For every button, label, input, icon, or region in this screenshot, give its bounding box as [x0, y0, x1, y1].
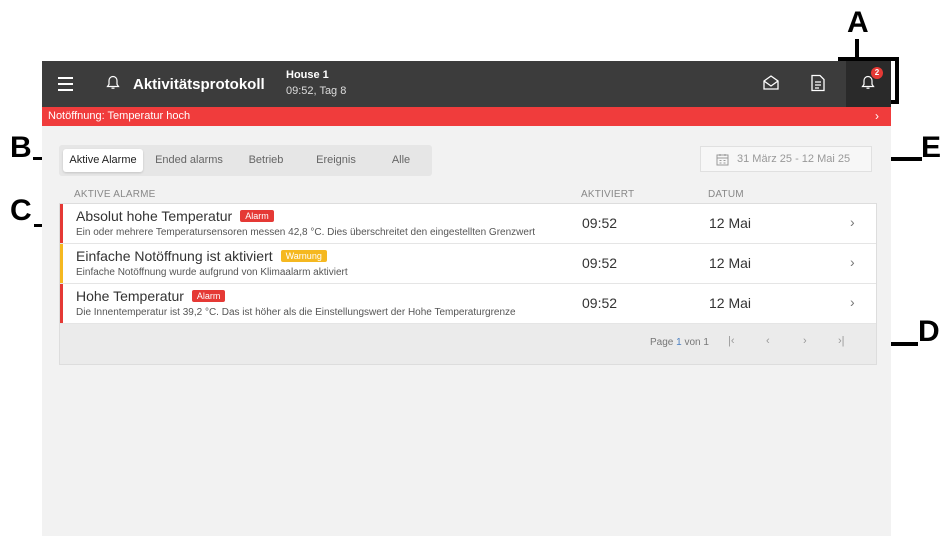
- severity-indicator: [60, 284, 63, 323]
- alarm-row-absolut-hohe-temperatur[interactable]: Absolut hohe Temperatur Alarm Ein oder me…: [60, 204, 876, 244]
- tab-aktive-alarme[interactable]: Aktive Alarme: [63, 149, 143, 172]
- tab-betrieb[interactable]: Betrieb: [235, 149, 297, 172]
- page-title: Aktivitätsprotokoll: [133, 76, 265, 93]
- severity-indicator: [60, 244, 63, 283]
- alarm-row-einfache-notoeffnung[interactable]: Einfache Notöffnung ist aktiviert Warnung…: [60, 244, 876, 284]
- tab-ereignis[interactable]: Ereignis: [301, 149, 371, 172]
- app-window: Aktivitätsprotokoll House 1 09:52, Tag 8…: [42, 61, 891, 536]
- alarm-notification-button[interactable]: 2: [846, 61, 891, 107]
- bell-icon: [106, 75, 120, 96]
- column-header-alarms: AKTIVE ALARME: [74, 189, 156, 200]
- last-page-button[interactable]: ›|: [838, 335, 845, 347]
- document-icon[interactable]: [810, 74, 826, 97]
- bell-icon: [861, 75, 875, 96]
- column-header-activated: AKTIVIERT: [581, 189, 635, 200]
- alarm-tag: Alarm: [240, 210, 274, 222]
- callout-line-a: [855, 39, 859, 59]
- date-range-picker[interactable]: 31 März 25 - 12 Mai 25: [700, 146, 872, 172]
- chevron-right-icon[interactable]: ›: [850, 294, 855, 310]
- severity-indicator: [60, 204, 63, 243]
- chevron-right-icon[interactable]: ›: [850, 254, 855, 270]
- warning-tag: Warnung: [280, 250, 327, 262]
- alarm-row-hohe-temperatur[interactable]: Hohe Temperatur Alarm Die Innentemperatur…: [60, 284, 876, 324]
- alarm-date: 12 Mai: [709, 255, 752, 271]
- first-page-button[interactable]: |‹: [728, 335, 735, 347]
- callout-label-a: A: [847, 6, 869, 39]
- alarm-activated-time: 09:52: [582, 295, 618, 311]
- alarm-activated-time: 09:52: [582, 255, 618, 271]
- alarm-title: Hohe Temperatur Alarm: [76, 288, 226, 304]
- callout-label-b: B: [10, 131, 32, 164]
- alarm-description: Einfache Notöffnung wurde aufgrund von K…: [76, 267, 348, 278]
- filter-tabs: Aktive Alarme Ended alarms Betrieb Ereig…: [59, 145, 432, 176]
- page-info: Page 1 von 1: [650, 337, 709, 348]
- calendar-icon: [716, 153, 729, 169]
- house-time: 09:52, Tag 8: [286, 85, 347, 97]
- alarm-banner[interactable]: Notöffnung: Temperatur hoch ›: [42, 107, 891, 126]
- alarm-banner-text: Notöffnung: Temperatur hoch: [48, 110, 191, 122]
- alarm-date: 12 Mai: [709, 295, 752, 311]
- tab-ended-alarms[interactable]: Ended alarms: [147, 149, 231, 172]
- alarm-title: Absolut hohe Temperatur Alarm: [76, 208, 274, 224]
- envelope-open-icon[interactable]: [762, 74, 780, 97]
- callout-label-c: C: [10, 194, 32, 227]
- alarm-description: Die Innentemperatur ist 39,2 °C. Das ist…: [76, 307, 516, 318]
- alarm-activated-time: 09:52: [582, 215, 618, 231]
- menu-icon[interactable]: [58, 77, 73, 91]
- alarm-title: Einfache Notöffnung ist aktiviert Warnung: [76, 248, 327, 264]
- house-name: House 1: [286, 69, 329, 81]
- chevron-right-icon: ›: [875, 109, 879, 123]
- alarm-description: Ein oder mehrere Temperatursensoren mess…: [76, 227, 536, 238]
- previous-page-button[interactable]: ‹: [766, 335, 770, 347]
- chevron-right-icon[interactable]: ›: [850, 214, 855, 230]
- alarm-count-badge: 2: [871, 67, 883, 79]
- callout-label-e: E: [921, 131, 941, 164]
- alarm-tag: Alarm: [191, 290, 226, 302]
- alarm-date: 12 Mai: [709, 215, 752, 231]
- callout-label-d: D: [918, 315, 940, 348]
- next-page-button[interactable]: ›: [803, 335, 807, 347]
- tab-alle[interactable]: Alle: [375, 149, 427, 172]
- column-header-date: DATUM: [708, 189, 744, 200]
- pagination: Page 1 von 1 |‹ ‹ › ›|: [630, 327, 866, 357]
- date-range-label: 31 März 25 - 12 Mai 25: [737, 153, 851, 165]
- top-bar: Aktivitätsprotokoll House 1 09:52, Tag 8…: [42, 61, 891, 107]
